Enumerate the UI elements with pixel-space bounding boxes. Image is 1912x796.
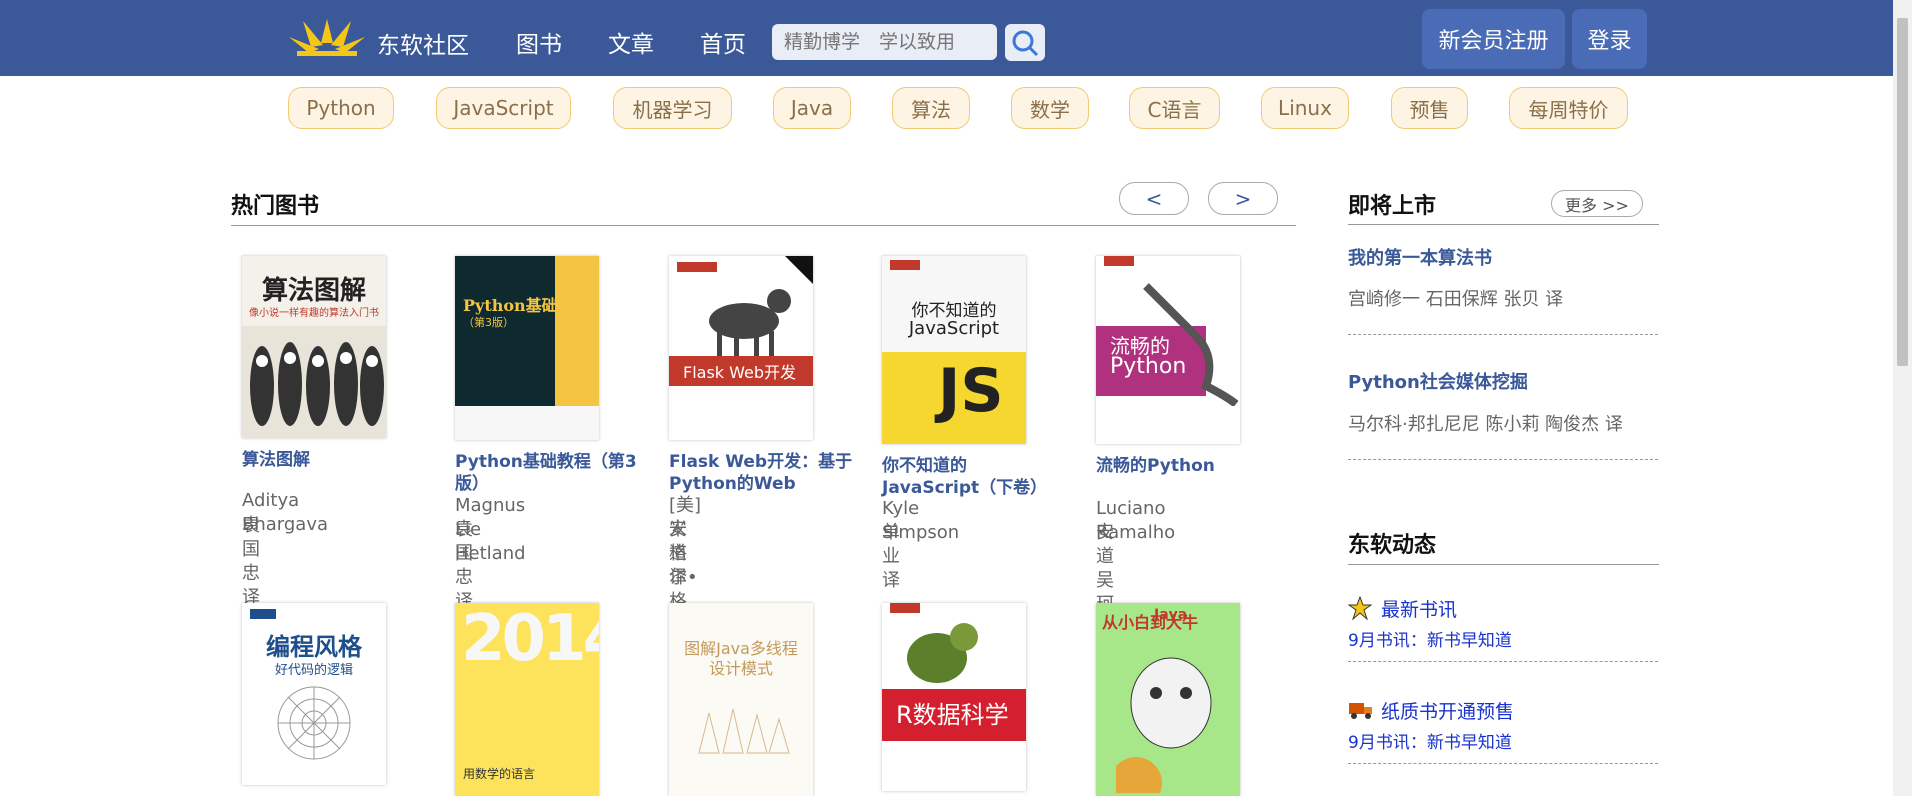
dashed-divider	[1348, 334, 1658, 335]
book-title[interactable]: Flask Web开发：基于Python的Web	[669, 451, 859, 495]
tag-weekly-deal[interactable]: 每周特价	[1509, 87, 1628, 129]
brand-name[interactable]: 东软社区	[377, 26, 469, 60]
dog-illustration	[709, 289, 791, 361]
book-title[interactable]: 算法图解	[242, 449, 412, 471]
more-button[interactable]: 更多 >>	[1551, 190, 1643, 217]
search-icon	[1012, 30, 1039, 56]
book-title[interactable]: 你不知道的JavaScript（下卷）	[882, 455, 1057, 499]
cartoon-illustration	[1116, 657, 1212, 793]
scrollbar-thumb[interactable]	[1897, 18, 1908, 366]
upcoming-book-title[interactable]: Python社会媒体挖掘	[1348, 368, 1528, 394]
dashed-divider	[1348, 763, 1658, 764]
tag-java[interactable]: Java	[773, 87, 851, 129]
cover-illustration	[242, 326, 386, 438]
book-cover[interactable]: R数据科学	[882, 603, 1026, 791]
upcoming-book-author: 宫崎修一 石田保辉 张贝 译	[1348, 289, 1564, 310]
dashed-divider	[1348, 661, 1658, 662]
book-title[interactable]: 流畅的Python	[1096, 455, 1266, 477]
book-cover[interactable]: 图解Java多线程设计模式	[669, 603, 813, 796]
tag-algorithm[interactable]: 算法	[892, 87, 970, 129]
parrot-illustration	[907, 623, 978, 683]
truck-icon	[1349, 703, 1372, 719]
book-cover[interactable]: Python基础教程 （第3版）	[455, 256, 599, 440]
tag-machine-learning[interactable]: 机器学习	[613, 87, 732, 129]
nav-books[interactable]: 图书	[516, 25, 562, 59]
book-translator: 袁国忠 译	[242, 515, 260, 608]
tag-math[interactable]: 数学	[1011, 87, 1089, 129]
book-cover[interactable]: 2014 用数学的语言	[455, 603, 599, 796]
news-headline[interactable]: 纸质书开通预售	[1381, 697, 1514, 724]
nav-articles[interactable]: 文章	[608, 25, 654, 59]
book-cover[interactable]: Flask Web开发	[669, 256, 813, 440]
news-subtitle[interactable]: 9月书讯：新书早知道	[1348, 728, 1512, 753]
sparkle-icon	[1348, 596, 1372, 620]
lizard-illustration	[1143, 283, 1239, 406]
book-cover[interactable]: 从小白到大牛 Java	[1096, 603, 1240, 796]
logo-icon[interactable]	[289, 17, 365, 59]
book-cover[interactable]: 流畅的 Python	[1096, 256, 1240, 444]
top-header: 东软社区 图书 文章 首页 新会员注册 登录	[0, 0, 1893, 76]
web-illustration	[277, 686, 351, 760]
tag-c-language[interactable]: C语言	[1129, 87, 1220, 129]
search-input[interactable]	[772, 24, 997, 60]
dashed-divider	[1348, 459, 1658, 460]
upcoming-book-title[interactable]: 我的第一本算法书	[1348, 244, 1492, 270]
news-divider	[1348, 564, 1659, 565]
tag-javascript[interactable]: JavaScript	[436, 87, 571, 129]
book-translator: 袁国忠 译	[455, 519, 473, 612]
news-title: 东软动态	[1348, 533, 1437, 558]
book-cover[interactable]: 你不知道的 JavaScript JS	[882, 256, 1026, 444]
trees-illustration	[698, 708, 790, 754]
upcoming-divider	[1348, 224, 1659, 225]
book-cover[interactable]: 编程风格 好代码的逻辑	[242, 603, 386, 785]
news-subtitle[interactable]: 9月书讯：新书早知道	[1348, 626, 1512, 651]
login-button[interactable]: 登录	[1572, 9, 1647, 69]
upcoming-book-author: 马尔科·邦扎尼尼 陈小莉 陶俊杰 译	[1348, 414, 1623, 435]
search-button[interactable]	[1005, 24, 1045, 61]
book-title[interactable]: Python基础教程（第3版）	[455, 451, 640, 495]
register-button[interactable]: 新会员注册	[1422, 9, 1565, 69]
tag-linux[interactable]: Linux	[1261, 87, 1349, 129]
news-headline[interactable]: 最新书讯	[1381, 595, 1457, 622]
tag-presale[interactable]: 预售	[1391, 87, 1468, 129]
nav-home[interactable]: 首页	[700, 25, 746, 59]
book-translator: 单业 译	[882, 522, 900, 591]
hot-books-title: 热门图书	[231, 194, 320, 219]
upcoming-title: 即将上市	[1348, 194, 1437, 219]
tag-python[interactable]: Python	[288, 87, 394, 129]
page-scrollbar[interactable]	[1893, 0, 1912, 796]
prev-button[interactable]: <	[1119, 182, 1189, 215]
hot-books-divider	[231, 225, 1296, 226]
book-translator: 安道 译	[669, 519, 687, 588]
book-cover[interactable]: 算法图解 像小说一样有趣的算法入门书	[242, 256, 386, 438]
next-button[interactable]: >	[1208, 182, 1278, 215]
